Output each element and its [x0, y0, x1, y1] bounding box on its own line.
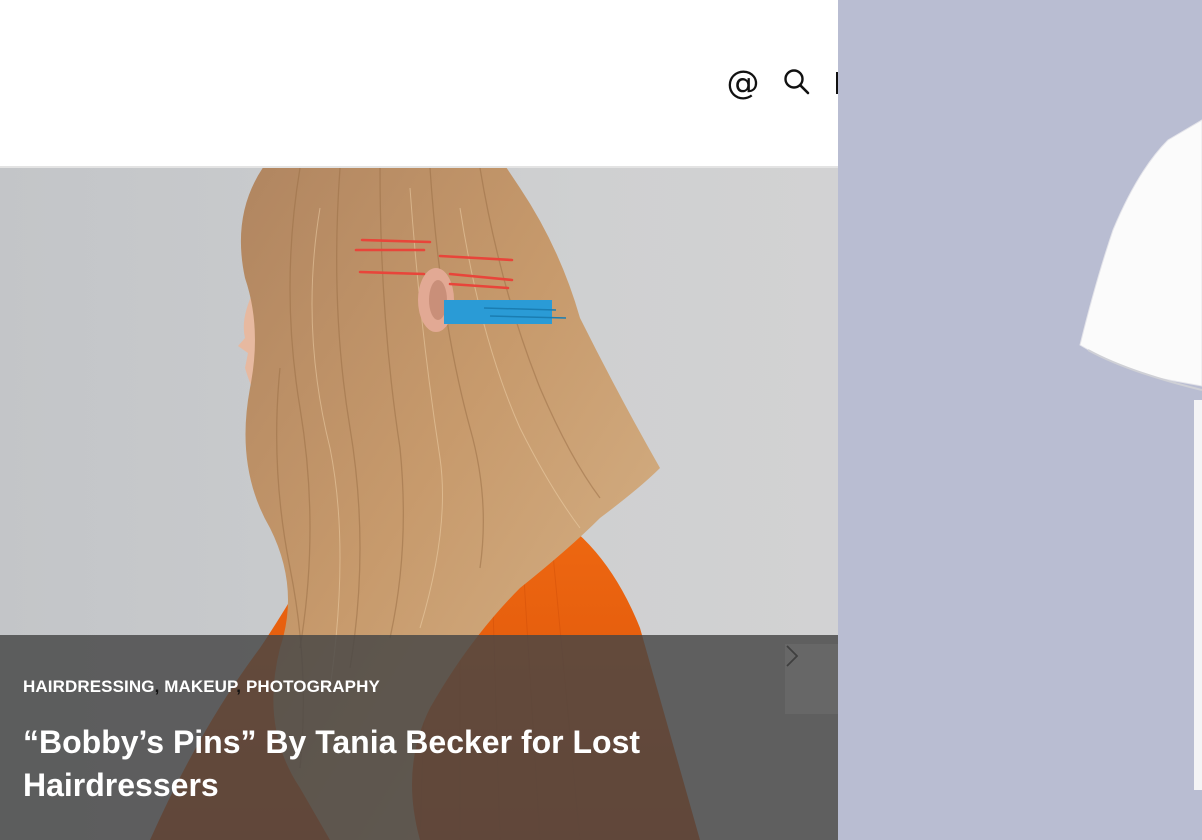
side-panel — [838, 0, 1202, 840]
article-title[interactable]: “Bobby’s Pins” By Tania Becker for Lost … — [23, 721, 723, 807]
category-link-photography[interactable]: PHOTOGRAPHY — [246, 677, 380, 696]
search-icon-graphic — [784, 69, 810, 95]
main-column: @ HAIRDRESSING, MAKEUP, PHOTOGRAPHY “Bob… — [0, 0, 838, 840]
category-separator: , — [236, 677, 242, 696]
site-header: @ — [0, 0, 838, 168]
tshirt-image — [1079, 119, 1202, 790]
at-sign-glyph: @ — [726, 62, 760, 102]
category-link-makeup[interactable]: MAKEUP — [164, 677, 236, 696]
page: @ HAIRDRESSING, MAKEUP, PHOTOGRAPHY “Bob… — [0, 0, 1202, 840]
search-icon[interactable] — [779, 62, 815, 102]
category-link-hairdressing[interactable]: HAIRDRESSING — [23, 677, 155, 696]
hero-caption: HAIRDRESSING, MAKEUP, PHOTOGRAPHY “Bobby… — [0, 635, 838, 840]
at-sign-icon[interactable]: @ — [725, 62, 761, 102]
category-separator: , — [154, 677, 160, 696]
category-list: HAIRDRESSING, MAKEUP, PHOTOGRAPHY — [23, 677, 380, 697]
